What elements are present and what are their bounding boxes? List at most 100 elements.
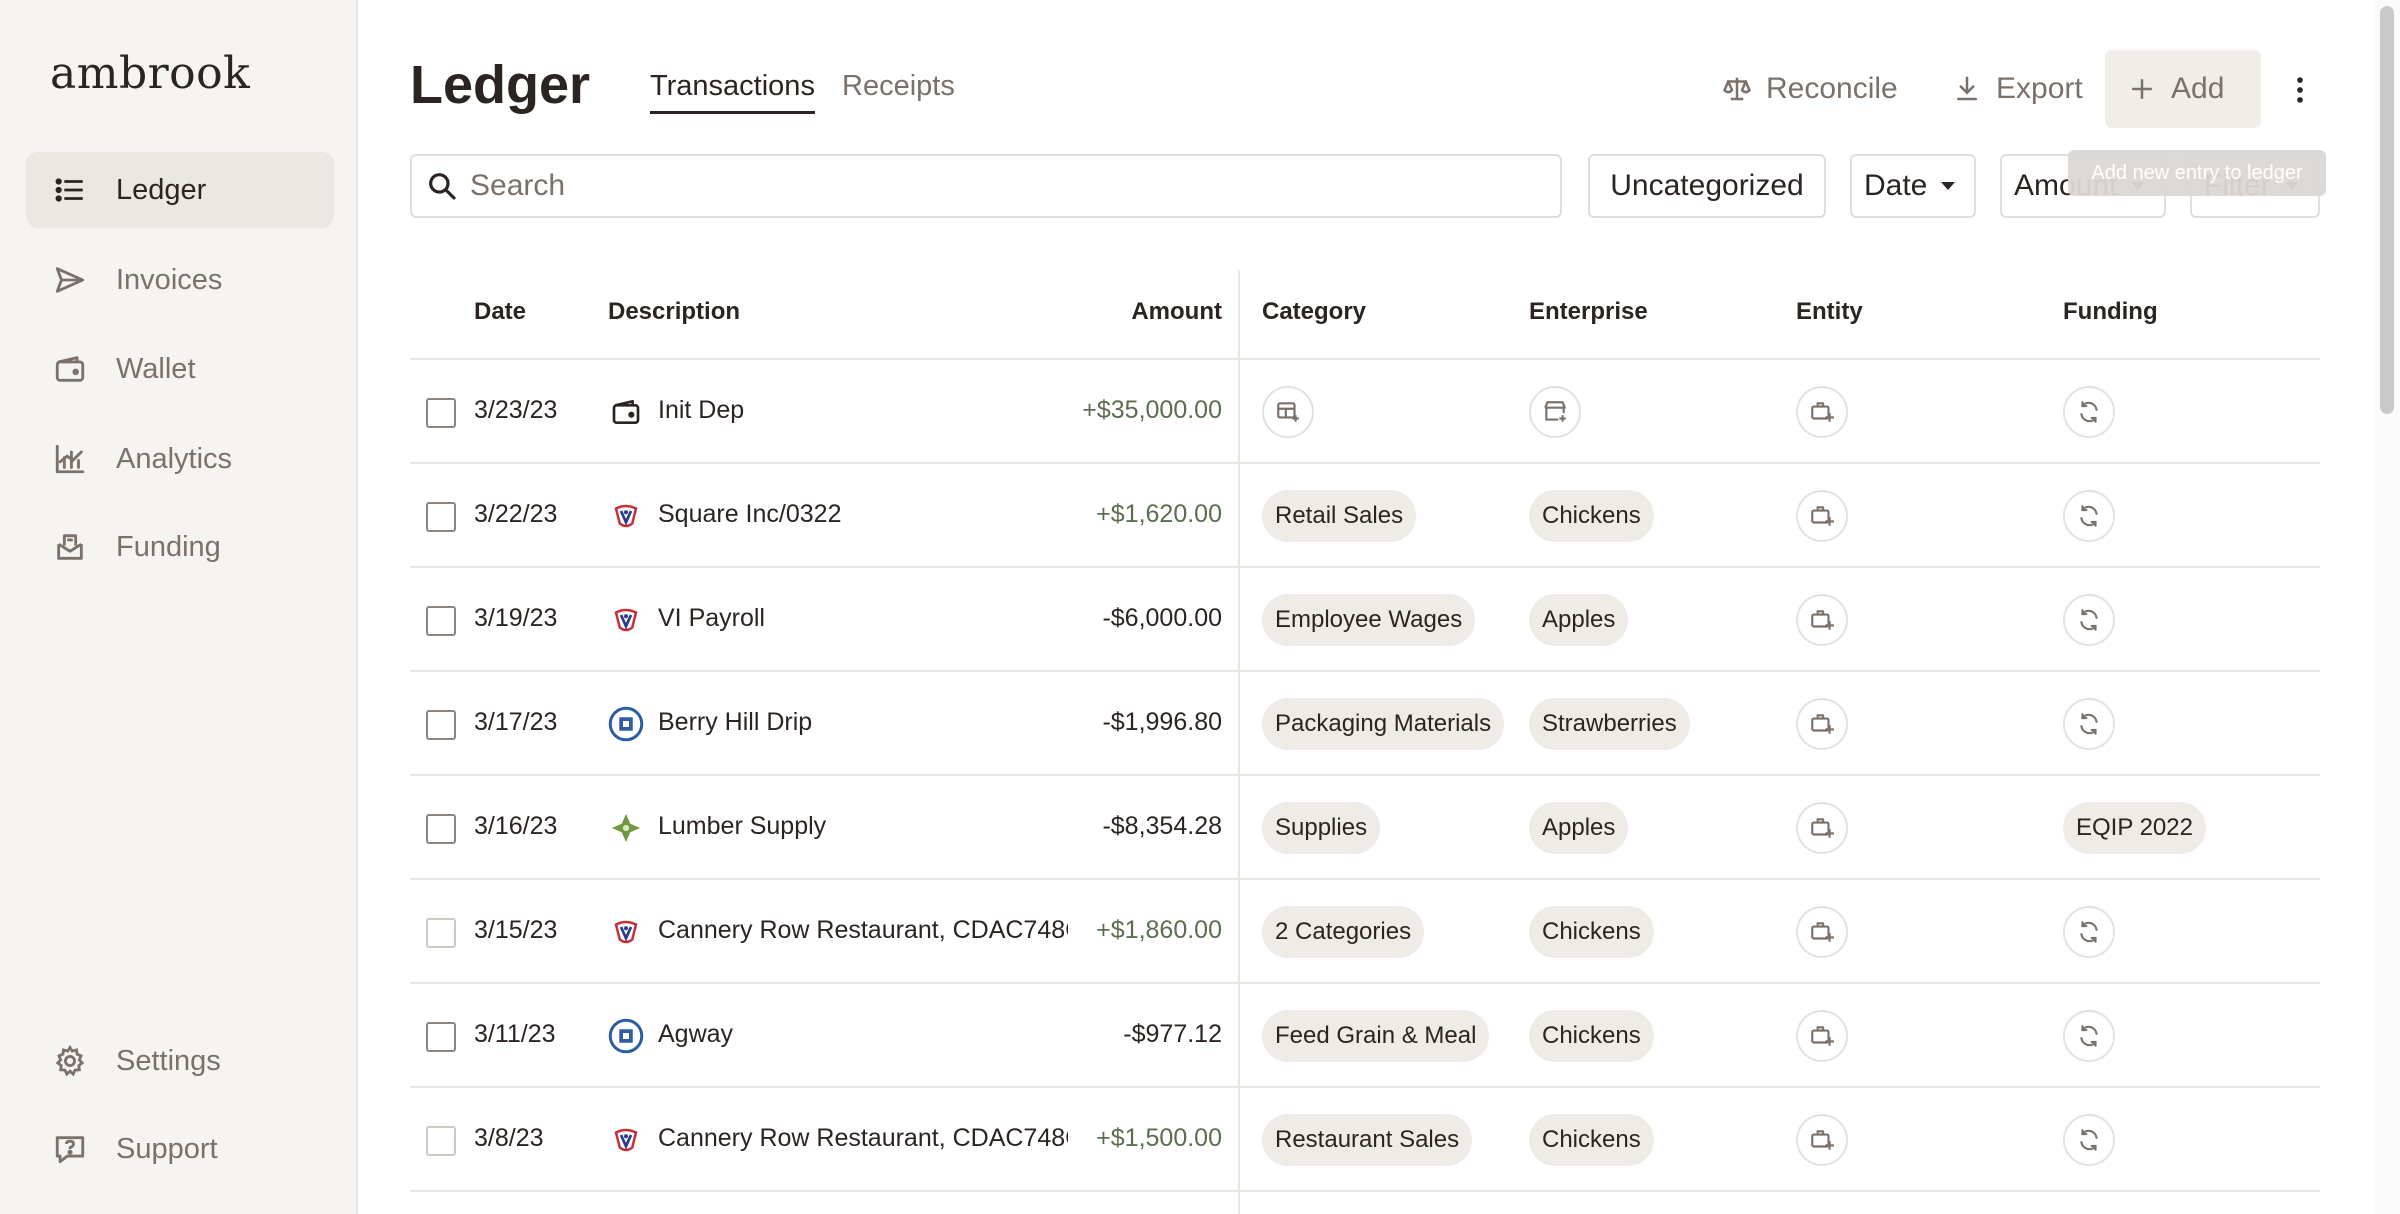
add-funding-button[interactable] <box>2063 386 2115 438</box>
row-checkbox[interactable] <box>426 1126 456 1156</box>
add-funding-icon <box>2076 919 2102 945</box>
export-button[interactable]: Export <box>1930 50 2105 128</box>
plus-icon <box>2132 79 2152 99</box>
scale-icon <box>1723 77 1751 101</box>
row-checkbox[interactable] <box>426 502 456 532</box>
table-row[interactable]: 3/23/23 Init Dep +$35,000.00 <box>410 360 2320 464</box>
row-description[interactable]: Agway <box>658 1020 1068 1049</box>
row-checkbox[interactable] <box>426 814 456 844</box>
sidebar-item-funding[interactable]: Funding <box>26 509 334 585</box>
tab-receipts[interactable]: Receipts <box>842 70 955 111</box>
scrollbar-thumb[interactable] <box>2380 6 2394 414</box>
row-description[interactable]: Cannery Row Restaurant, CDAC748C-0 <box>658 916 1068 945</box>
analytics-icon <box>52 441 88 477</box>
column-header-category[interactable]: Category <box>1262 298 1366 326</box>
sidebar-item-analytics[interactable]: Analytics <box>26 421 334 497</box>
add-funding-button[interactable] <box>2063 906 2115 958</box>
column-header-enterprise[interactable]: Enterprise <box>1529 298 1648 326</box>
tab-transactions[interactable]: Transactions <box>650 70 815 114</box>
enterprise-pill[interactable]: Chickens <box>1529 1010 1654 1062</box>
row-amount: -$6,000.00 <box>1102 604 1222 632</box>
enterprise-pill[interactable]: Apples <box>1529 802 1629 854</box>
row-checkbox[interactable] <box>426 918 456 948</box>
add-entity-button[interactable] <box>1796 1010 1848 1062</box>
table-row[interactable]: 3/15/23 Cannery Row Restaurant, CDAC748C-… <box>410 880 2320 984</box>
sidebar-item-ledger[interactable]: Ledger <box>26 152 334 228</box>
category-pill[interactable]: Packaging Materials <box>1262 698 1505 750</box>
row-description[interactable]: Init Dep <box>658 396 1068 425</box>
row-description[interactable]: Cannery Row Restaurant, CDAC748C-0 <box>658 1124 1068 1153</box>
sidebar-item-support[interactable]: Support <box>26 1111 334 1187</box>
sidebar: ambrook Ledger Invoices Wallet Analytics… <box>0 0 358 1214</box>
add-entity-button[interactable] <box>1796 594 1848 646</box>
category-pill[interactable]: Feed Grain & Meal <box>1262 1010 1490 1062</box>
table-row[interactable]: 3/16/23 Lumber Supply -$8,354.28 Supplies Ap… <box>410 776 2320 880</box>
funding-pill[interactable]: EQIP 2022 <box>2063 802 2206 854</box>
support-icon <box>52 1131 88 1167</box>
sidebar-item-wallet[interactable]: Wallet <box>26 331 334 407</box>
category-pill[interactable]: Employee Wages <box>1262 594 1476 646</box>
table-row[interactable]: 3/19/23 VI Payroll -$6,000.00 Employee Wage… <box>410 568 2320 672</box>
add-entity-button[interactable] <box>1796 698 1848 750</box>
row-checkbox[interactable] <box>426 398 456 428</box>
column-header-date[interactable]: Date <box>474 298 526 326</box>
enterprise-pill[interactable]: Strawberries <box>1529 698 1690 750</box>
add-entity-icon <box>1809 1023 1835 1049</box>
enterprise-pill[interactable]: Chickens <box>1529 1114 1654 1166</box>
column-header-entity[interactable]: Entity <box>1796 298 1863 326</box>
row-checkbox[interactable] <box>426 606 456 636</box>
row-description[interactable]: Berry Hill Drip <box>658 708 1068 737</box>
table-row[interactable]: 3/11/23 Agway -$977.12 Feed Grain & Meal Chi… <box>410 984 2320 1088</box>
add-category-button[interactable] <box>1262 386 1314 438</box>
sidebar-item-invoices[interactable]: Invoices <box>26 242 334 318</box>
app-logo[interactable]: ambrook <box>50 48 250 99</box>
add-entity-button[interactable] <box>1796 1114 1848 1166</box>
column-header-funding[interactable]: Funding <box>2063 298 2158 326</box>
uncategorized-filter-button[interactable]: Uncategorized <box>1588 154 1826 218</box>
add-funding-button[interactable] <box>2063 1010 2115 1062</box>
table-row[interactable]: 3/17/23 Berry Hill Drip -$1,996.80 Packagin… <box>410 672 2320 776</box>
category-pill[interactable]: Restaurant Sales <box>1262 1114 1473 1166</box>
category-pill[interactable]: Supplies <box>1262 802 1381 854</box>
row-date: 3/15/23 <box>474 916 558 944</box>
more-options-icon[interactable] <box>2280 70 2320 110</box>
row-amount: +$1,500.00 <box>1096 1124 1222 1152</box>
row-checkbox[interactable] <box>426 1022 456 1052</box>
row-amount: -$1,996.80 <box>1102 708 1222 736</box>
add-entity-icon <box>1809 503 1835 529</box>
sidebar-item-settings[interactable]: Settings <box>26 1023 334 1099</box>
add-funding-button[interactable] <box>2063 698 2115 750</box>
enterprise-pill[interactable]: Chickens <box>1529 906 1654 958</box>
add-button[interactable]: Add <box>2105 50 2261 128</box>
row-checkbox[interactable] <box>426 710 456 740</box>
add-entity-button[interactable] <box>1796 490 1848 542</box>
row-description[interactable]: VI Payroll <box>658 604 1068 633</box>
table-row[interactable]: 3/22/23 Square Inc/0322 +$1,620.00 Retail S… <box>410 464 2320 568</box>
row-description[interactable]: Lumber Supply <box>658 812 1068 841</box>
date-filter-dropdown[interactable]: Date <box>1850 154 1976 218</box>
add-entity-icon <box>1809 919 1835 945</box>
add-entity-button[interactable] <box>1796 386 1848 438</box>
category-pill[interactable]: Retail Sales <box>1262 490 1417 542</box>
row-description[interactable]: Square Inc/0322 <box>658 500 1068 529</box>
reconcile-label: Reconcile <box>1766 72 1898 105</box>
bank-logo-icon <box>608 914 644 950</box>
add-funding-button[interactable] <box>2063 1114 2115 1166</box>
add-funding-button[interactable] <box>2063 490 2115 542</box>
add-entity-button[interactable] <box>1796 906 1848 958</box>
add-enterprise-button[interactable] <box>1529 386 1581 438</box>
gear-icon <box>52 1043 88 1079</box>
add-funding-button[interactable] <box>2063 594 2115 646</box>
table-row[interactable]: 3/8/23 Cannery Row Restaurant, CDAC748C-0… <box>410 1088 2320 1192</box>
vertical-scrollbar[interactable] <box>2374 0 2400 1214</box>
category-pill[interactable]: 2 Categories <box>1262 906 1425 958</box>
column-header-description[interactable]: Description <box>608 298 740 326</box>
enterprise-pill[interactable]: Apples <box>1529 594 1629 646</box>
add-entity-button[interactable] <box>1796 802 1848 854</box>
column-header-amount[interactable]: Amount <box>1086 298 1222 326</box>
search-input[interactable] <box>470 169 1550 203</box>
row-date: 3/22/23 <box>474 500 558 528</box>
row-date: 3/16/23 <box>474 812 558 840</box>
reconcile-button[interactable]: Reconcile <box>1700 50 1920 128</box>
enterprise-pill[interactable]: Chickens <box>1529 490 1654 542</box>
